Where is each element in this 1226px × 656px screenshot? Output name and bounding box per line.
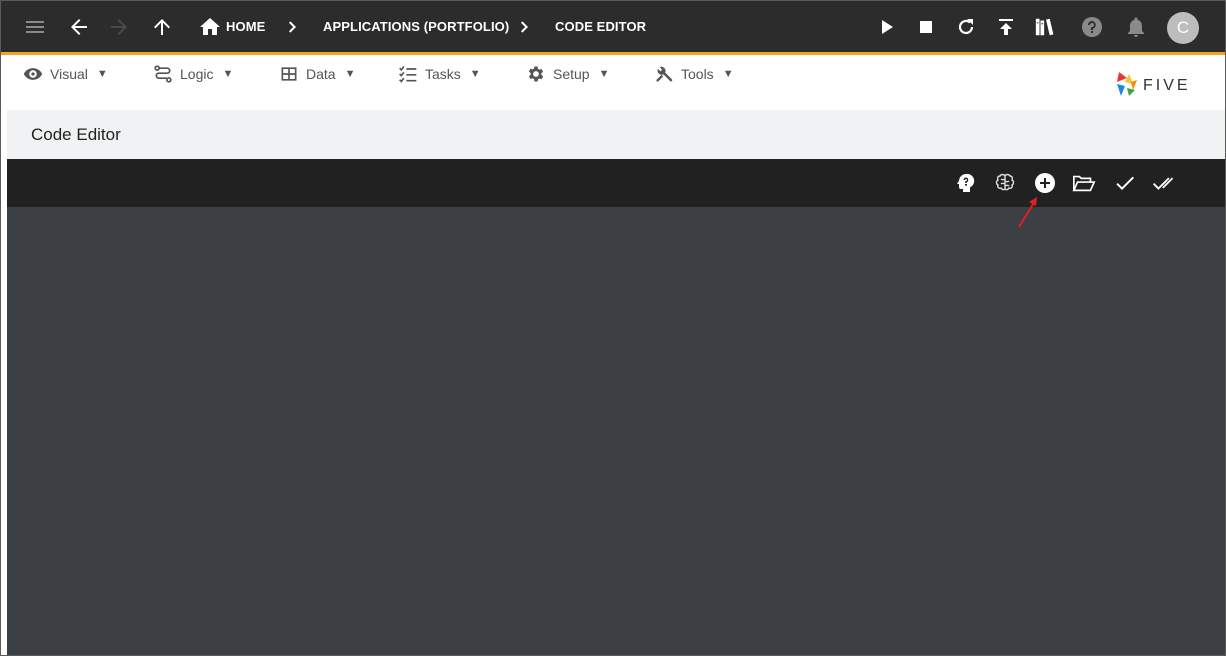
menu-data-label: Data <box>306 66 336 82</box>
bell-icon[interactable] <box>1124 15 1148 39</box>
top-bar: HOME APPLICATIONS (PORTFOLIO) CODE EDITO… <box>1 1 1225 55</box>
annotation-arrow-icon <box>1013 193 1043 233</box>
open-folder-icon[interactable] <box>1072 171 1098 195</box>
code-editor-area[interactable] <box>7 207 1225 655</box>
up-arrow-icon[interactable] <box>150 15 174 39</box>
menu-logic-label: Logic <box>180 66 214 82</box>
double-check-icon[interactable] <box>1152 171 1178 195</box>
chevron-right-icon <box>281 15 305 39</box>
refresh-icon[interactable] <box>954 15 978 39</box>
forward-arrow-icon[interactable] <box>107 15 131 39</box>
caret-down-icon: ▼ <box>598 68 610 80</box>
back-arrow-icon[interactable] <box>67 15 91 39</box>
hamburger-menu-icon[interactable] <box>23 15 47 39</box>
play-icon[interactable] <box>875 15 899 39</box>
menu-tools[interactable]: Tools ▼ <box>654 63 734 85</box>
svg-text:FIVE: FIVE <box>1143 77 1191 94</box>
title-bar: Code Editor <box>7 110 1225 159</box>
menu-data[interactable]: Data ▼ <box>279 63 355 85</box>
home-icon[interactable] <box>198 15 222 39</box>
menu-logic[interactable]: Logic ▼ <box>153 63 233 85</box>
check-icon[interactable] <box>1113 171 1137 195</box>
add-circle-icon[interactable] <box>1033 171 1057 195</box>
caret-down-icon: ▼ <box>222 68 234 80</box>
gear-icon <box>526 64 546 84</box>
menu-visual[interactable]: Visual ▼ <box>23 63 108 85</box>
menu-tasks-label: Tasks <box>425 66 461 82</box>
five-logo: FIVE <box>1115 70 1207 98</box>
breadcrumb-home[interactable]: HOME <box>226 19 265 34</box>
page-title: Code Editor <box>31 125 121 144</box>
caret-down-icon: ▼ <box>344 68 356 80</box>
tasks-icon <box>398 64 418 84</box>
caret-down-icon: ▼ <box>722 68 734 80</box>
menu-tasks[interactable]: Tasks ▼ <box>398 63 481 85</box>
caret-down-icon: ▼ <box>96 68 108 80</box>
menu-setup[interactable]: Setup ▼ <box>526 63 609 85</box>
caret-down-icon: ▼ <box>469 68 481 80</box>
menu-bar: Visual ▼ Logic ▼ Data ▼ Tasks ▼ Setup ▼ … <box>1 55 1225 110</box>
menu-tools-label: Tools <box>681 66 714 82</box>
breadcrumb-applications[interactable]: APPLICATIONS (PORTFOLIO) <box>323 19 509 34</box>
menu-setup-label: Setup <box>553 66 590 82</box>
stop-icon[interactable] <box>914 15 938 39</box>
table-icon <box>279 64 299 84</box>
app-window: HOME APPLICATIONS (PORTFOLIO) CODE EDITO… <box>0 0 1226 656</box>
brain-icon[interactable] <box>993 171 1017 195</box>
help-head-icon[interactable] <box>953 171 977 195</box>
eye-icon <box>23 64 43 84</box>
publish-icon[interactable] <box>994 15 1018 39</box>
avatar[interactable]: C <box>1167 12 1199 44</box>
library-icon[interactable] <box>1034 15 1060 39</box>
menu-visual-label: Visual <box>50 66 88 82</box>
logic-icon <box>153 64 173 84</box>
breadcrumb-code-editor[interactable]: CODE EDITOR <box>555 19 646 34</box>
chevron-right-icon <box>513 15 537 39</box>
help-icon[interactable] <box>1080 15 1104 39</box>
tools-icon <box>654 64 674 84</box>
